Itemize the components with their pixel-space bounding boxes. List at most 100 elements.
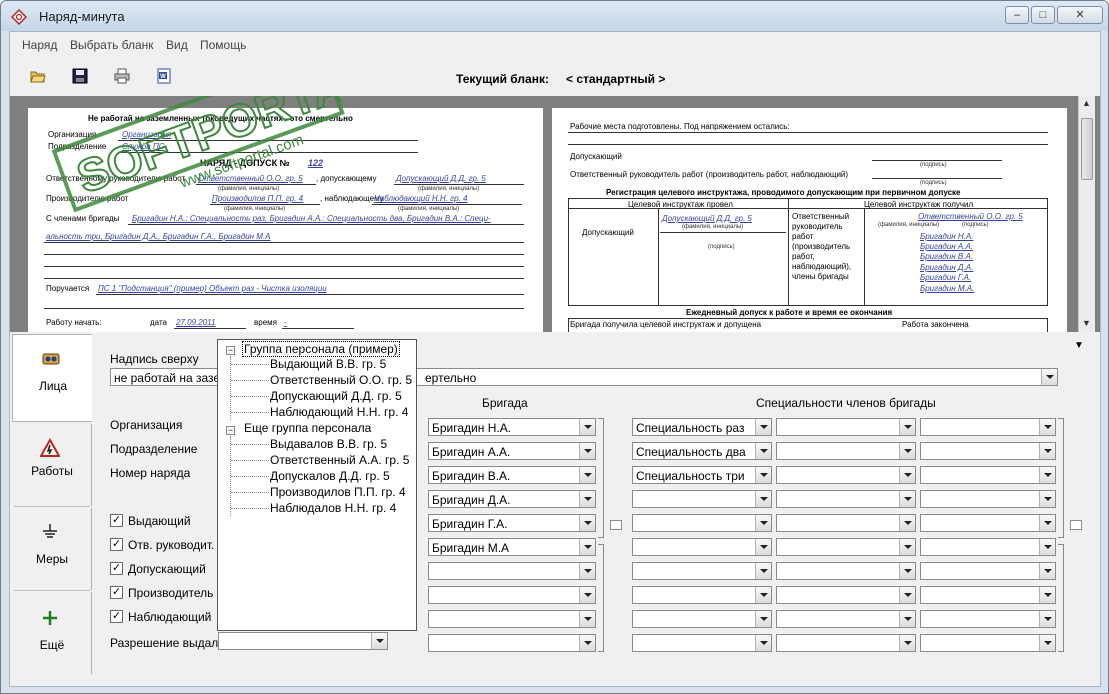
close-button[interactable]: ✕ (1057, 6, 1103, 24)
tree-item[interactable]: Наблюдалов Н.Н. гр. 4 (270, 501, 396, 515)
specialty-extra-combo[interactable] (776, 418, 916, 436)
specialty-extra-combo[interactable] (920, 538, 1056, 556)
chevron-down-icon[interactable] (579, 587, 595, 603)
chevron-down-icon[interactable] (579, 467, 595, 483)
chevron-down-icon[interactable] (899, 491, 915, 507)
menu-help[interactable]: Помощь (200, 38, 246, 52)
word-export-icon[interactable]: W (156, 68, 172, 84)
chevron-down-icon[interactable] (1039, 515, 1055, 531)
brigade-member-combo[interactable]: Бригадин М.А (428, 538, 596, 556)
chevron-down-icon[interactable] (755, 419, 771, 435)
chevron-down-icon[interactable] (899, 467, 915, 483)
specialty-combo[interactable]: Специальность три (632, 466, 772, 484)
chevron-down-icon[interactable] (755, 539, 771, 555)
chevron-down-icon[interactable] (579, 539, 595, 555)
tree-item[interactable]: Наблюдающий Н.Н. гр. 4 (270, 405, 408, 419)
chevron-down-icon[interactable] (755, 635, 771, 651)
chevron-down-icon[interactable] (755, 467, 771, 483)
brigade-member-combo[interactable] (428, 610, 596, 628)
tree-item[interactable]: Ответственный А.А. гр. 5 (270, 453, 409, 467)
minimize-button[interactable]: – (1005, 6, 1029, 24)
chevron-down-icon[interactable] (579, 515, 595, 531)
tree-item[interactable]: Ответственный О.О. гр. 5 (270, 373, 412, 387)
specialty-extra-combo[interactable] (920, 634, 1056, 652)
specialty-extra-combo[interactable] (920, 514, 1056, 532)
specialty-extra-combo[interactable] (920, 562, 1056, 580)
admitter-checkbox[interactable]: ✓ (110, 562, 123, 575)
chevron-down-icon[interactable] (755, 443, 771, 459)
tree-item[interactable]: Допускающий Д.Д. гр. 5 (270, 389, 402, 403)
specialty-extra-combo[interactable] (920, 418, 1056, 436)
tab-more[interactable]: Ещё (12, 592, 92, 674)
scroll-down-icon[interactable]: ▼ (1082, 318, 1091, 328)
chevron-down-icon[interactable] (899, 443, 915, 459)
resp-checkbox[interactable]: ✓ (110, 538, 123, 551)
open-folder-icon[interactable] (30, 68, 46, 84)
specialty-extra-combo[interactable] (920, 610, 1056, 628)
specialty-combo[interactable] (632, 610, 772, 628)
brigade-list-button[interactable] (610, 520, 622, 530)
brigade-member-combo[interactable]: Бригадин Н.А. (428, 418, 596, 436)
print-icon[interactable] (114, 68, 130, 84)
chevron-down-icon[interactable] (579, 443, 595, 459)
document-preview[interactable]: Не работай на заземленных токоведущих ча… (10, 96, 1100, 332)
issuer-checkbox[interactable]: ✓ (110, 514, 123, 527)
specialty-extra-combo[interactable] (920, 442, 1056, 460)
chevron-down-icon[interactable] (1039, 539, 1055, 555)
chevron-down-icon[interactable] (755, 515, 771, 531)
producer-checkbox[interactable]: ✓ (110, 586, 123, 599)
specialty-combo[interactable] (632, 562, 772, 580)
specialty-extra-combo[interactable] (920, 466, 1056, 484)
tree-group[interactable]: Еще группа персонала (244, 421, 371, 435)
menu-select-blank[interactable]: Выбрать бланк (70, 38, 154, 52)
tree-item[interactable]: Выдающий В.В. гр. 5 (270, 357, 386, 371)
chevron-down-icon[interactable] (755, 563, 771, 579)
specialty-extra-combo[interactable] (776, 466, 916, 484)
brigade-member-combo[interactable] (428, 586, 596, 604)
tab-persons[interactable]: Лица (12, 334, 92, 422)
menu-order[interactable]: Наряд (22, 38, 57, 52)
scroll-up-icon[interactable]: ▲ (1082, 98, 1091, 108)
chevron-down-icon[interactable] (755, 491, 771, 507)
specialty-combo[interactable] (632, 490, 772, 508)
specialty-extra-combo[interactable] (776, 538, 916, 556)
specialty-extra-combo[interactable] (776, 610, 916, 628)
specialty-combo[interactable] (632, 514, 772, 532)
chevron-down-icon[interactable] (1039, 491, 1055, 507)
save-icon[interactable] (72, 68, 88, 84)
chevron-down-icon[interactable] (899, 419, 915, 435)
chevron-down-icon[interactable] (1039, 563, 1055, 579)
chevron-down-icon[interactable] (1039, 443, 1055, 459)
tab-measures[interactable]: Меры (12, 508, 92, 590)
scroll-thumb[interactable] (1081, 118, 1093, 180)
observer-checkbox[interactable]: ✓ (110, 610, 123, 623)
brigade-member-combo[interactable]: Бригадин А.А. (428, 442, 596, 460)
tree-toggle-icon[interactable]: − (226, 346, 235, 355)
chevron-down-icon[interactable] (755, 611, 771, 627)
specialty-combo[interactable] (632, 586, 772, 604)
specialty-extra-combo[interactable] (776, 490, 916, 508)
brigade-member-combo[interactable]: Бригадин Д.А. (428, 490, 596, 508)
chevron-down-icon[interactable] (899, 563, 915, 579)
chevron-down-icon[interactable] (899, 611, 915, 627)
chevron-down-icon[interactable] (1039, 419, 1055, 435)
tab-works[interactable]: Работы (12, 424, 92, 506)
tree-item[interactable]: Выдавалов В.В. гр. 5 (270, 437, 387, 451)
specialty-extra-combo[interactable] (776, 634, 916, 652)
preview-scrollbar[interactable]: ▲ ▼ (1078, 96, 1095, 332)
specialty-combo[interactable]: Специальность два (632, 442, 772, 460)
tree-group[interactable]: Группа персонала (пример) (242, 341, 400, 357)
brigade-member-combo[interactable]: Бригадин В.А. (428, 466, 596, 484)
specialty-extra-combo[interactable] (776, 562, 916, 580)
current-blank-selector[interactable]: < стандартный > (566, 72, 665, 86)
personnel-tree-dropdown[interactable]: − Группа персонала (пример) Выдающий В.В… (217, 339, 417, 631)
brigade-member-combo[interactable] (428, 634, 596, 652)
specialty-extra-combo[interactable] (776, 442, 916, 460)
chevron-down-icon[interactable] (1041, 369, 1057, 385)
brigade-member-combo[interactable] (428, 562, 596, 580)
chevron-down-icon[interactable] (755, 587, 771, 603)
chevron-down-icon[interactable] (579, 563, 595, 579)
chevron-down-icon[interactable] (579, 635, 595, 651)
chevron-down-icon[interactable] (1039, 587, 1055, 603)
chevron-down-icon[interactable] (579, 419, 595, 435)
